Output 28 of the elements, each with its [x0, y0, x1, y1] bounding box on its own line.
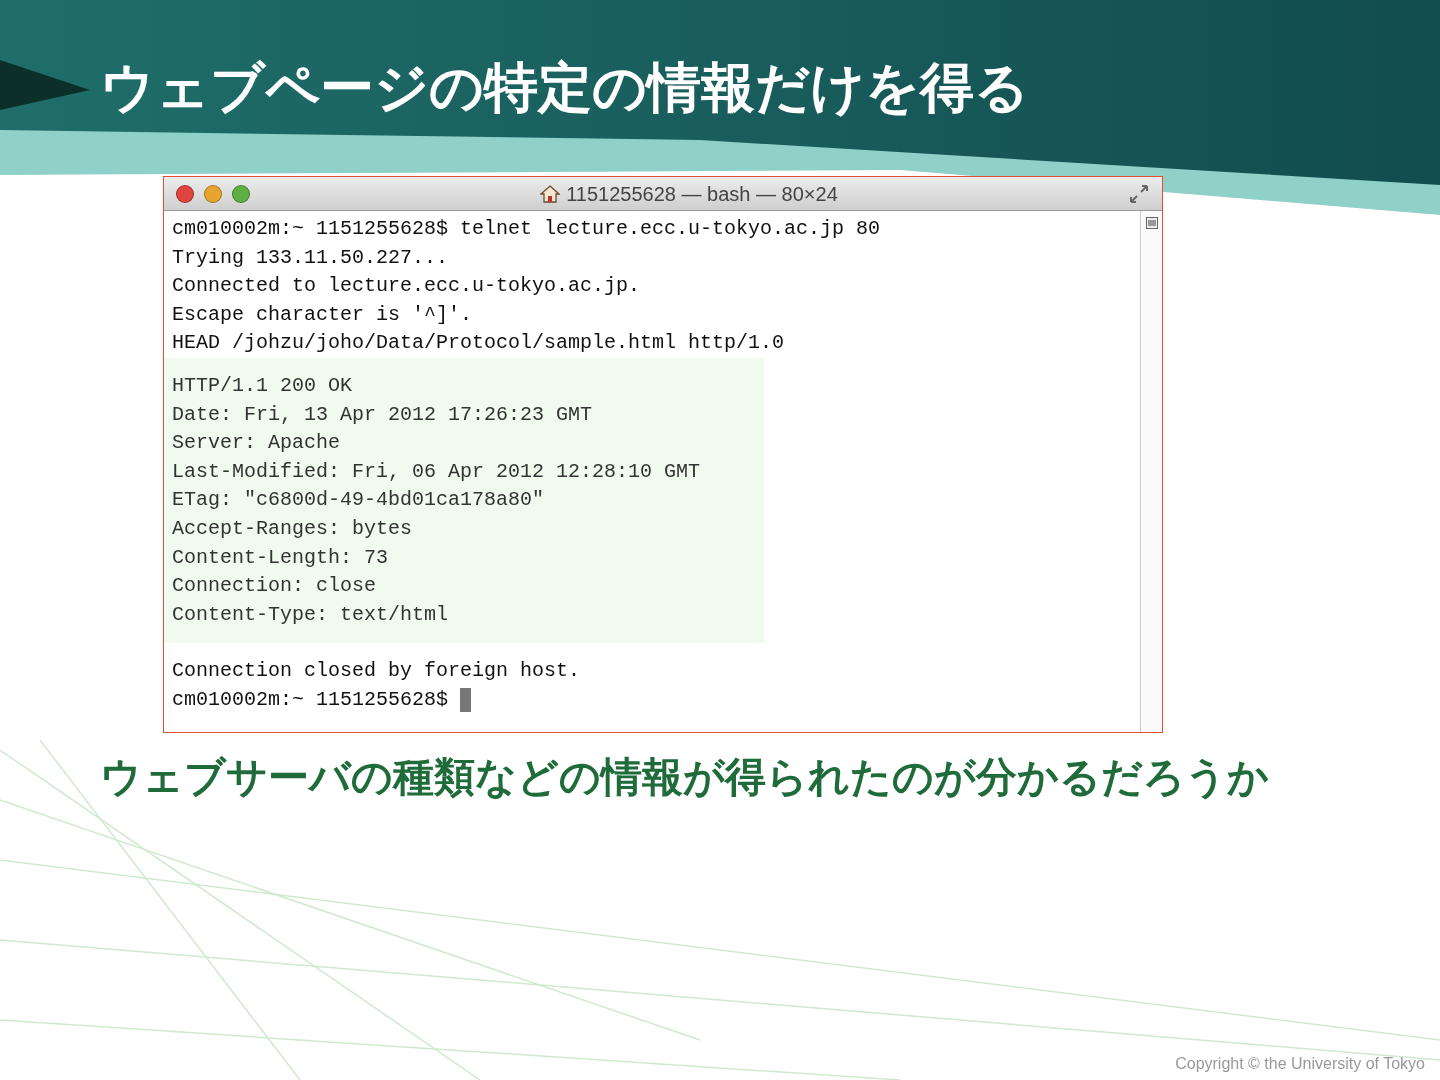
- zoom-button[interactable]: [232, 184, 250, 203]
- text-cursor: [460, 688, 472, 713]
- terminal-line: Content-Length: 73: [172, 544, 389, 571]
- slide-title: ウェブページの特定の情報だけを得る: [100, 56, 1029, 119]
- terminal-prompt: cm010002m:~ 1151255628$: [172, 686, 449, 713]
- terminal-line: Trying 133.11.50.227...: [172, 244, 449, 271]
- home-icon: [540, 184, 561, 203]
- scroll-bar[interactable]: [1140, 211, 1162, 732]
- slide-caption: ウェブサーバの種類などの情報が得られたのが分かるだろうか: [100, 753, 1269, 802]
- terminal-line: ETag: "c6800d-49-4bd01ca178a80": [172, 487, 545, 514]
- terminal-line: Escape character is '^]'.: [172, 301, 473, 328]
- list-icon: [1145, 217, 1158, 229]
- terminal-line: Connection: close: [172, 573, 377, 600]
- minimize-button[interactable]: [204, 184, 222, 203]
- terminal-line: Accept-Ranges: bytes: [172, 515, 413, 542]
- terminal-line: cm010002m:~ 1151255628$ telnet lecture.ecc.u-tokyo.ac.jp 80: [172, 216, 881, 242]
- close-button[interactable]: [176, 184, 194, 203]
- copyright-footer: Copyright © the University of Tokyo: [1175, 1052, 1425, 1076]
- terminal-line: HTTP/1.1 200 OK: [172, 372, 353, 399]
- window-title: 1151255628 — bash — 80×24: [566, 181, 838, 207]
- terminal-line: Date: Fri, 13 Apr 2012 17:26:23 GMT: [172, 401, 593, 428]
- fullscreen-icon[interactable]: [1128, 182, 1150, 205]
- terminal-line: Connection closed by foreign host.: [172, 658, 581, 685]
- terminal-line: Last-Modified: Fri, 06 Apr 2012 12:28:10 GMT: [172, 458, 701, 485]
- terminal-line: Server: Apache: [172, 430, 341, 457]
- terminal-line: Connected to lecture.ecc.u-tokyo.ac.jp.: [172, 273, 641, 300]
- terminal-line: Content-Type: text/html: [172, 601, 449, 628]
- terminal-line: HEAD /johzu/joho/Data/Protocol/sample.html http/1.0: [172, 330, 785, 357]
